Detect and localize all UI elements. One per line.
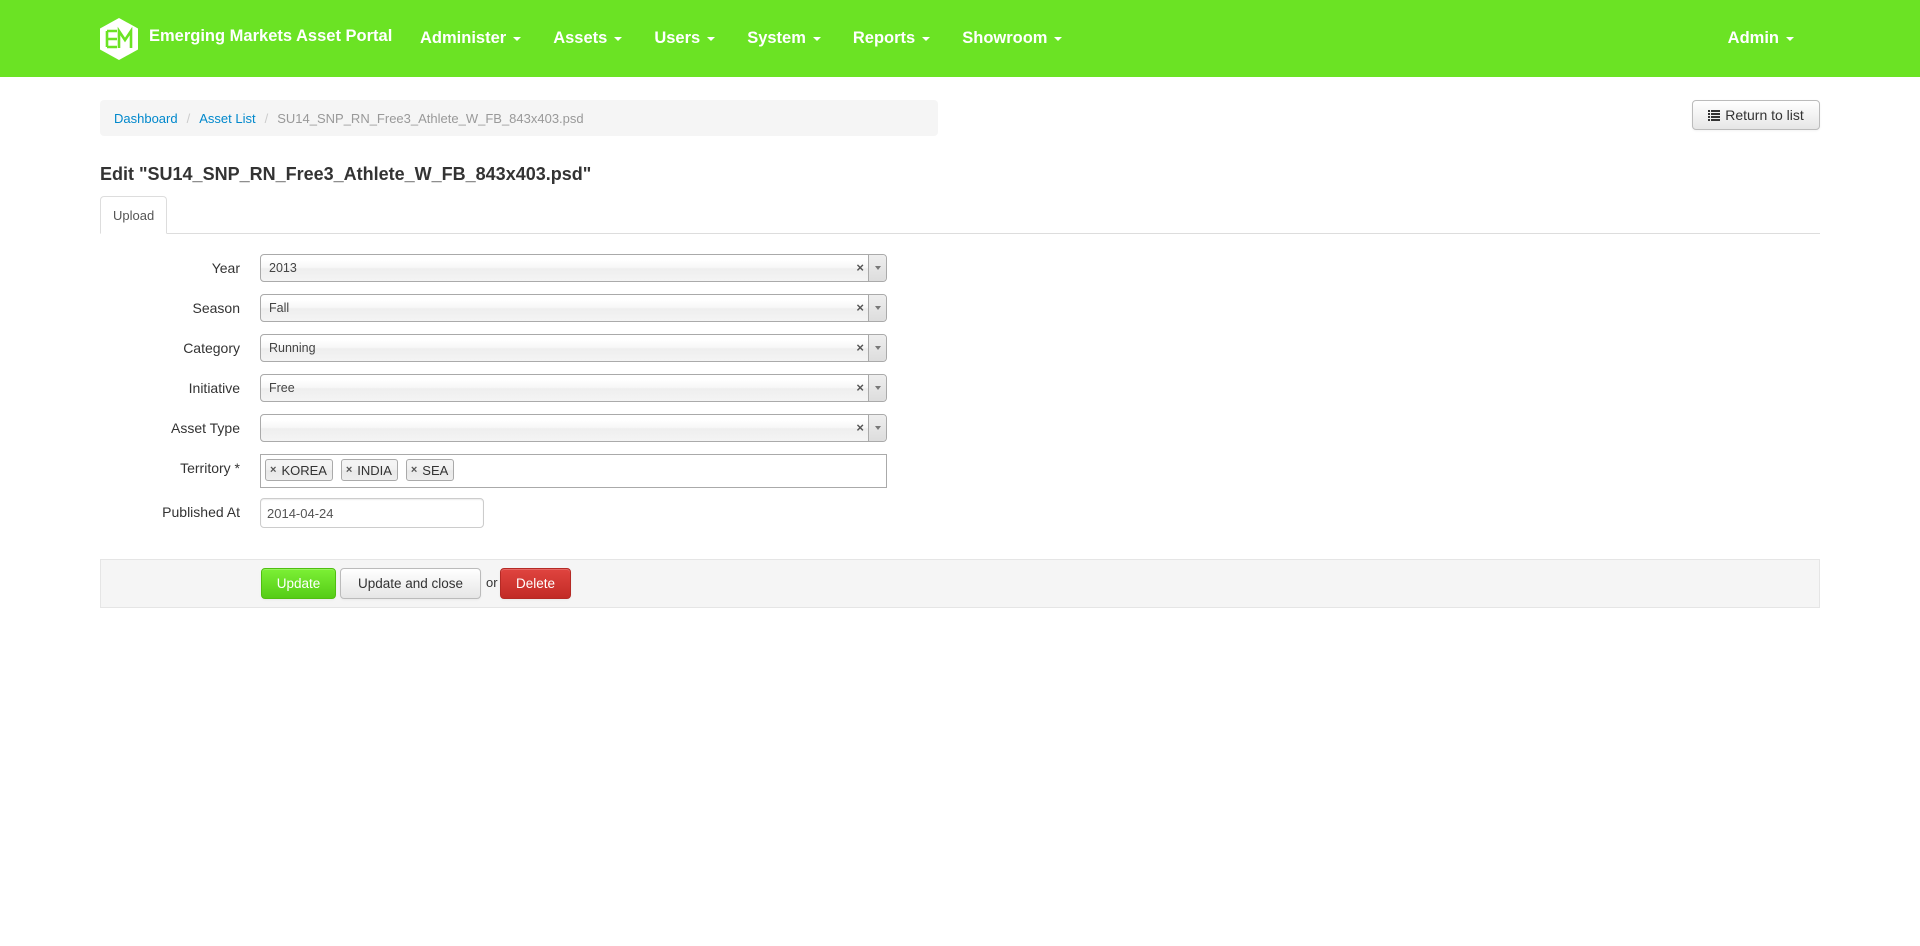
top-navbar: Emerging Markets Asset Portal Administer… xyxy=(0,0,1920,77)
caret-down-icon xyxy=(1054,36,1063,41)
dropdown-arrow-icon[interactable] xyxy=(868,375,886,401)
caret-down-icon xyxy=(614,36,623,41)
initiative-label: Initiative xyxy=(188,380,240,396)
category-label: Category xyxy=(183,340,240,356)
year-value: 2013 xyxy=(269,261,297,275)
initiative-select[interactable]: Free × xyxy=(260,374,887,402)
dropdown-arrow-icon[interactable] xyxy=(868,335,886,361)
breadcrumb-separator: / xyxy=(264,110,269,126)
form-actions: Update Update and close or Delete xyxy=(100,559,1820,608)
caret-down-icon xyxy=(922,36,931,41)
brand-name: Emerging Markets Asset Portal xyxy=(149,26,393,45)
clear-icon[interactable]: × xyxy=(856,295,864,321)
breadcrumb: Dashboard / Asset List / SU14_SNP_RN_Fre… xyxy=(100,100,938,136)
territory-label: Territory * xyxy=(180,460,240,476)
breadcrumb-asset-list[interactable]: Asset List xyxy=(199,111,255,126)
main-nav: Administer Assets Users System Reports S… xyxy=(404,0,1078,77)
season-select[interactable]: Fall × xyxy=(260,294,887,322)
asset-type-select[interactable]: × xyxy=(260,414,887,442)
territory-token-label: SEA xyxy=(422,462,449,478)
remove-token-icon[interactable]: × xyxy=(411,464,417,476)
return-to-list-label: Return to list xyxy=(1725,107,1804,123)
delete-button[interactable]: Delete xyxy=(500,568,571,599)
territory-token: × KOREA xyxy=(265,459,333,481)
brand-logo-icon xyxy=(100,18,138,60)
nav-system-label: System xyxy=(747,29,806,47)
territory-token: × INDIA xyxy=(340,459,398,481)
published-at-label: Published At xyxy=(162,504,240,520)
update-and-close-button[interactable]: Update and close xyxy=(340,568,481,599)
clear-icon[interactable]: × xyxy=(856,415,864,441)
breadcrumb-dashboard[interactable]: Dashboard xyxy=(114,111,178,126)
user-menu[interactable]: Admin xyxy=(1712,0,1810,77)
clear-icon[interactable]: × xyxy=(856,255,864,281)
nav-users-label: Users xyxy=(654,29,701,47)
page-title: Edit "SU14_SNP_RN_Free3_Athlete_W_FB_843… xyxy=(100,164,592,184)
breadcrumb-separator: / xyxy=(186,110,191,126)
remove-token-icon[interactable]: × xyxy=(346,464,352,476)
nav-administer-label: Administer xyxy=(420,29,507,47)
asset-type-label: Asset Type xyxy=(170,420,240,436)
nav-users[interactable]: Users xyxy=(638,0,731,77)
caret-down-icon xyxy=(1786,36,1794,41)
breadcrumb-current: SU14_SNP_RN_Free3_Athlete_W_FB_843x403.p… xyxy=(277,110,584,126)
season-label: Season xyxy=(192,300,240,316)
nav-reports[interactable]: Reports xyxy=(837,0,946,77)
caret-down-icon xyxy=(707,36,716,41)
territory-multiselect[interactable]: × KOREA × INDIA × SEA xyxy=(260,454,887,488)
nav-assets[interactable]: Assets xyxy=(537,0,638,77)
caret-down-icon xyxy=(513,36,522,41)
nav-showroom-label: Showroom xyxy=(962,29,1048,47)
initiative-value: Free xyxy=(269,381,295,395)
tab-upload[interactable]: Upload xyxy=(100,196,168,234)
brand-link[interactable]: Emerging Markets Asset Portal xyxy=(98,17,392,61)
list-icon xyxy=(1708,109,1721,121)
dropdown-arrow-icon[interactable] xyxy=(868,295,886,321)
nav-system[interactable]: System xyxy=(731,0,837,77)
year-label: Year xyxy=(211,260,240,276)
territory-token: × SEA xyxy=(405,459,455,481)
category-select[interactable]: Running × xyxy=(260,334,887,362)
territory-token-label: KOREA xyxy=(281,462,327,478)
clear-icon[interactable]: × xyxy=(856,375,864,401)
year-select[interactable]: 2013 × xyxy=(260,254,887,282)
caret-down-icon xyxy=(812,36,821,41)
return-to-list-button[interactable]: Return to list xyxy=(1692,100,1820,130)
remove-token-icon[interactable]: × xyxy=(270,464,276,476)
category-value: Running xyxy=(269,341,316,355)
tab-bar: Upload xyxy=(100,196,1820,234)
dropdown-arrow-icon[interactable] xyxy=(868,255,886,281)
user-nav: Admin xyxy=(1712,0,1810,77)
published-at-input[interactable] xyxy=(260,498,484,528)
nav-administer[interactable]: Administer xyxy=(404,0,537,77)
territory-token-label: INDIA xyxy=(357,462,392,478)
nav-showroom[interactable]: Showroom xyxy=(946,0,1078,77)
dropdown-arrow-icon[interactable] xyxy=(868,415,886,441)
clear-icon[interactable]: × xyxy=(856,335,864,361)
nav-reports-label: Reports xyxy=(852,29,916,47)
season-value: Fall xyxy=(269,301,290,315)
or-text: or xyxy=(486,575,498,590)
nav-assets-label: Assets xyxy=(553,29,608,47)
user-menu-label: Admin xyxy=(1727,29,1779,47)
update-button[interactable]: Update xyxy=(261,568,336,599)
